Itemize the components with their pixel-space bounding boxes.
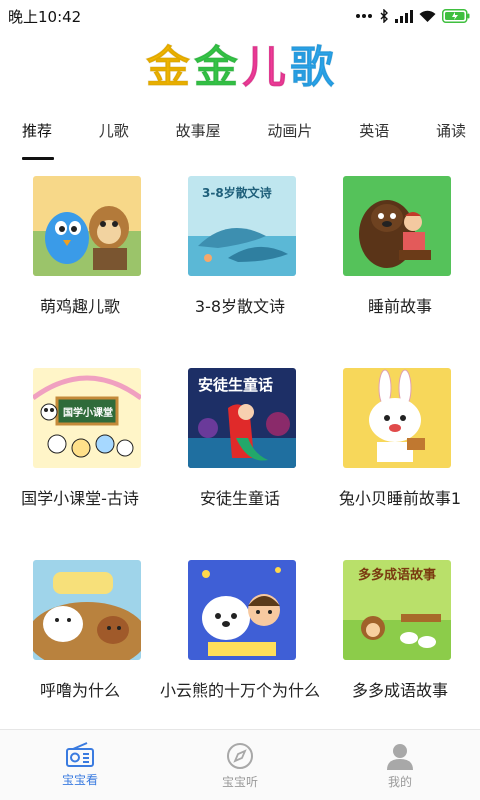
card-title: 多多成语故事 [351,681,448,700]
card-thumbnail: 3-8岁散文诗 [188,176,296,276]
card-thumbnail [188,560,296,660]
tab-recommend[interactable]: 推荐 [22,110,54,162]
card-thumbnail: 多多成语故事 [343,560,451,660]
card-thumbnail [343,368,451,468]
status-time: 晚上10:42 [8,7,82,26]
tab-label: 故事屋 [175,122,221,140]
card-mengji[interactable]: 萌鸡趣儿歌 [0,168,160,348]
logo-char: 金 [194,42,239,93]
card-thumbnail: 国学小课堂 [33,368,141,468]
card-thumbnail: 安徒生童话 [188,368,296,468]
nav-item-wode[interactable]: 我的 [320,730,480,800]
logo-char: 歌 [290,42,335,93]
thumb-caption: 安徒生童话 [198,376,274,394]
thumb-caption: 多多成语故事 [357,568,436,583]
card-title: 小云熊的十万个为什么 [160,681,321,700]
card-tuxiaobei[interactable]: 兔小贝睡前故事1 [320,360,480,540]
tab-songs[interactable]: 儿歌 [99,110,129,162]
card-title: 3-8岁散文诗 [194,297,286,316]
status-icons [355,9,470,23]
tab-label: 儿歌 [98,122,129,140]
wifi-icon [419,10,436,22]
card-sanwenshi[interactable]: 3-8岁散文诗 3-8岁散文诗 [160,168,320,348]
card-title: 安徒生童话 [199,489,280,508]
tab-label: 动画片 [267,122,313,140]
tab-label: 诵读 [435,122,466,140]
person-icon [387,744,413,770]
battery-icon [442,9,470,23]
category-tabs: 推荐 儿歌 故事屋 动画片 英语 诵读 [0,110,480,162]
status-bar: 晚上10:42 [0,0,480,32]
tab-english[interactable]: 英语 [359,110,389,162]
card-guoxue[interactable]: 国学小课堂 国学小课堂-古诗 [0,360,160,540]
nav-label: 我的 [387,775,412,789]
card-yunxiong[interactable]: 小云熊的十万个为什么 [160,552,320,732]
app-logo: 金金儿歌 [0,38,480,98]
tab-cartoons[interactable]: 动画片 [267,110,312,162]
card-title: 兔小贝睡前故事1 [338,489,462,508]
card-thumbnail [33,560,141,660]
nav-item-baobaoting[interactable]: 宝宝听 [160,730,320,800]
card-title: 睡前故事 [367,297,432,316]
nav-label: 宝宝听 [221,775,258,789]
card-title: 国学小课堂-古诗 [21,489,139,508]
radio-icon [66,742,94,767]
nav-item-baobaokan[interactable]: 宝宝看 [0,730,160,800]
tab-label: 推荐 [22,122,53,140]
nav-label: 宝宝看 [61,773,98,787]
bluetooth-icon [380,9,388,23]
tab-active-indicator [22,157,54,160]
tab-stories[interactable]: 故事屋 [176,110,221,162]
card-duoduo[interactable]: 多多成语故事 多多成语故事 [320,552,480,732]
logo-char: 儿 [242,42,287,93]
dots-icon [356,14,372,18]
thumb-caption: 国学小课堂 [63,408,113,419]
compass-icon [227,743,253,769]
thumb-caption: 3-8岁散文诗 [202,186,272,200]
bottom-nav: 宝宝看 宝宝听 我的 [0,729,480,800]
card-hulu[interactable]: 呼噜为什么 [0,552,160,732]
tab-label: 英语 [359,122,390,140]
card-thumbnail [33,176,141,276]
signal-icon [395,9,413,23]
card-thumbnail [343,176,451,276]
card-shuiqian[interactable]: 睡前故事 [320,168,480,348]
logo-char: 金 [146,42,191,93]
card-andersen[interactable]: 安徒生童话 安徒生童话 [160,360,320,540]
tab-recitation[interactable]: 诵读 [436,110,466,162]
card-title: 呼噜为什么 [39,681,120,700]
card-title: 萌鸡趣儿歌 [39,297,120,316]
